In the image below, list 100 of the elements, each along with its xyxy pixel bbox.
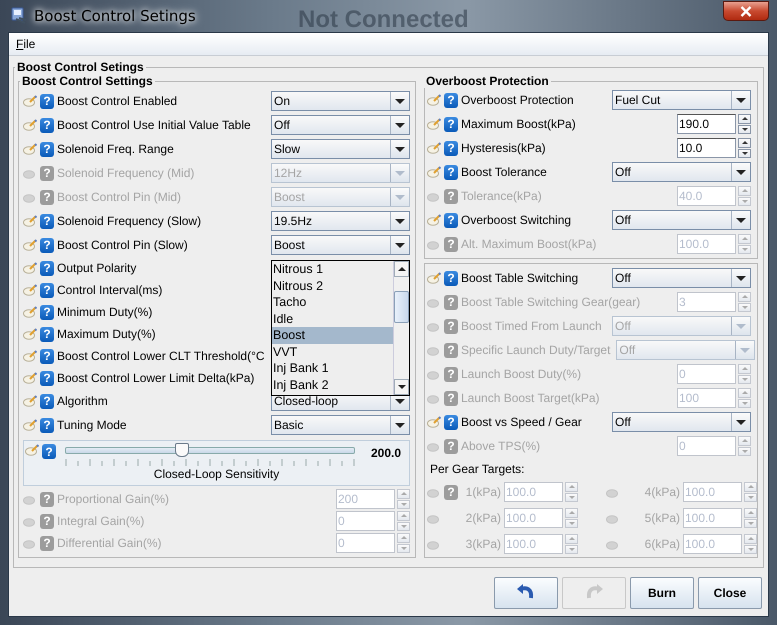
help-icon[interactable]: ? [40,304,54,320]
help-icon[interactable]: ? [444,270,458,286]
help-icon[interactable]: ? [40,282,54,298]
dialog-button[interactable]: Burn [630,577,694,609]
spin-up-button[interactable] [738,138,751,148]
edit-icon[interactable] [23,306,37,318]
edit-icon[interactable] [23,515,37,527]
help-icon[interactable]: ? [40,394,54,408]
edit-icon[interactable] [606,538,620,550]
dropdown-option[interactable]: Idle [272,310,393,327]
help-icon[interactable]: ? [444,366,458,382]
edit-icon[interactable] [23,395,37,407]
dropdown[interactable]: Off [612,210,751,230]
help-icon[interactable]: ? [444,140,458,156]
dropdown[interactable]: Boost [271,235,410,255]
help-icon[interactable]: ? [444,342,458,358]
edit-icon[interactable] [427,214,441,226]
spin-down-button[interactable] [738,148,751,158]
edit-icon[interactable] [23,537,37,549]
dropdown[interactable]: Slow [271,139,410,159]
help-icon[interactable]: ? [40,166,54,180]
slider-thumb[interactable] [175,443,190,457]
edit-icon[interactable] [427,416,441,428]
edit-icon[interactable] [427,238,441,250]
edit-icon[interactable] [23,372,37,384]
edit-icon[interactable] [427,320,441,332]
dropdown-option[interactable]: Nitrous 1 [272,261,393,278]
edit-icon[interactable] [23,284,37,296]
help-icon[interactable]: ? [40,142,54,156]
help-icon[interactable]: ? [40,238,54,252]
input-field[interactable]: 190.0 [677,114,736,134]
dropdown-option[interactable]: VVT [272,344,393,360]
help-icon[interactable]: ? [40,492,54,506]
dropdown[interactable]: Off [612,268,751,288]
help-icon[interactable]: ? [40,190,54,204]
help-icon[interactable]: ? [40,348,54,364]
edit-icon[interactable] [427,94,441,106]
dropdown[interactable]: Fuel Cut [612,90,751,110]
edit-icon[interactable] [427,190,441,202]
dropdown[interactable]: Off [612,412,751,432]
help-icon[interactable]: ? [444,484,458,500]
edit-icon[interactable] [427,512,441,524]
help-icon[interactable]: ? [40,260,54,276]
help-icon[interactable]: ? [40,370,54,386]
menu-item[interactable]: File [14,37,38,51]
undo-button[interactable] [494,577,558,609]
help-icon[interactable]: ? [40,326,54,342]
dropdown-option[interactable]: Boost [272,327,393,344]
edit-icon[interactable] [23,215,37,227]
dialog-button[interactable]: Close [698,577,762,609]
edit-icon[interactable] [427,296,441,308]
edit-icon[interactable] [427,538,441,550]
help-icon[interactable]: ? [40,118,54,132]
help-icon[interactable]: ? [444,236,458,252]
edit-icon[interactable] [606,512,620,524]
edit-icon[interactable] [427,118,441,130]
edit-icon[interactable] [427,166,441,178]
edit-icon[interactable] [23,328,37,340]
dropdown-option[interactable]: Nitrous 2 [272,278,393,294]
help-icon[interactable]: ? [444,164,458,180]
edit-icon[interactable] [427,272,441,284]
help-icon[interactable]: ? [444,438,458,454]
spin-down-button[interactable] [738,124,751,134]
help-icon[interactable]: ? [444,294,458,310]
edit-icon[interactable] [427,392,441,404]
edit-icon[interactable] [23,119,37,131]
help-icon[interactable]: ? [40,94,54,108]
help-icon[interactable]: ? [42,444,56,459]
help-icon[interactable]: ? [444,414,458,430]
help-icon[interactable]: ? [444,212,458,228]
dropdown-option[interactable]: Tacho [272,294,393,310]
edit-icon[interactable] [427,440,441,452]
scrollbar[interactable] [393,261,409,395]
help-icon[interactable]: ? [444,188,458,204]
dropdown[interactable]: 19.5Hz [271,211,410,231]
edit-icon[interactable] [23,419,37,431]
edit-icon[interactable] [23,239,37,251]
edit-icon[interactable] [23,493,37,505]
help-icon[interactable]: ? [40,214,54,228]
help-icon[interactable]: ? [40,536,54,550]
dropdown-option[interactable]: Inj Bank 1 [272,360,393,376]
edit-icon[interactable] [23,95,37,107]
edit-icon[interactable] [606,486,620,498]
help-icon[interactable]: ? [444,390,458,406]
edit-icon[interactable] [25,444,39,456]
dropdown[interactable]: On [271,91,410,111]
edit-icon[interactable] [23,350,37,362]
edit-icon[interactable] [23,167,37,179]
dropdown[interactable]: Basic [271,415,410,435]
edit-icon[interactable] [427,142,441,154]
spin-up-button[interactable] [738,114,751,124]
edit-icon[interactable] [23,191,37,203]
edit-icon[interactable] [23,262,37,274]
help-icon[interactable]: ? [40,418,54,432]
help-icon[interactable]: ? [444,318,458,334]
close-button[interactable] [723,1,769,21]
help-icon[interactable]: ? [444,92,458,108]
dropdown-option[interactable]: Inj Bank 2 [272,376,393,393]
help-icon[interactable]: ? [40,514,54,528]
dropdown[interactable]: Off [612,162,751,182]
